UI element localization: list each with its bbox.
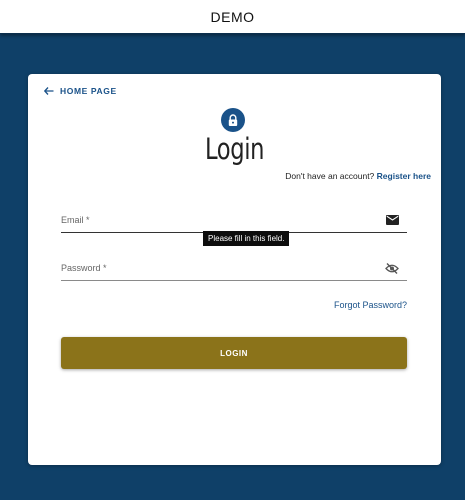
lock-icon	[228, 113, 238, 126]
app-header: DEMO	[0, 0, 465, 34]
register-prompt-text: Don't have an account?	[285, 171, 375, 181]
home-page-label: HOME PAGE	[60, 86, 117, 96]
email-field[interactable]: Email *	[61, 210, 407, 233]
arrow-back-icon	[44, 87, 54, 95]
register-prompt: Don't have an account? Register here	[285, 171, 431, 181]
login-button[interactable]: LOGIN	[61, 337, 407, 369]
lock-avatar	[221, 108, 245, 132]
register-link[interactable]: Register here	[377, 171, 431, 181]
password-field[interactable]: Password *	[61, 258, 407, 281]
mail-icon	[385, 214, 399, 226]
forgot-password-link[interactable]: Forgot Password?	[334, 300, 407, 310]
home-page-link[interactable]: HOME PAGE	[44, 86, 117, 96]
password-input[interactable]	[61, 258, 381, 278]
app-title: DEMO	[210, 8, 255, 25]
login-card: HOME PAGE Login Don't have an account? R…	[28, 74, 441, 465]
visibility-off-icon[interactable]	[385, 262, 399, 274]
email-input[interactable]	[61, 210, 381, 230]
page-title: Login	[204, 132, 265, 166]
validation-tooltip: Please fill in this field.	[203, 231, 290, 246]
